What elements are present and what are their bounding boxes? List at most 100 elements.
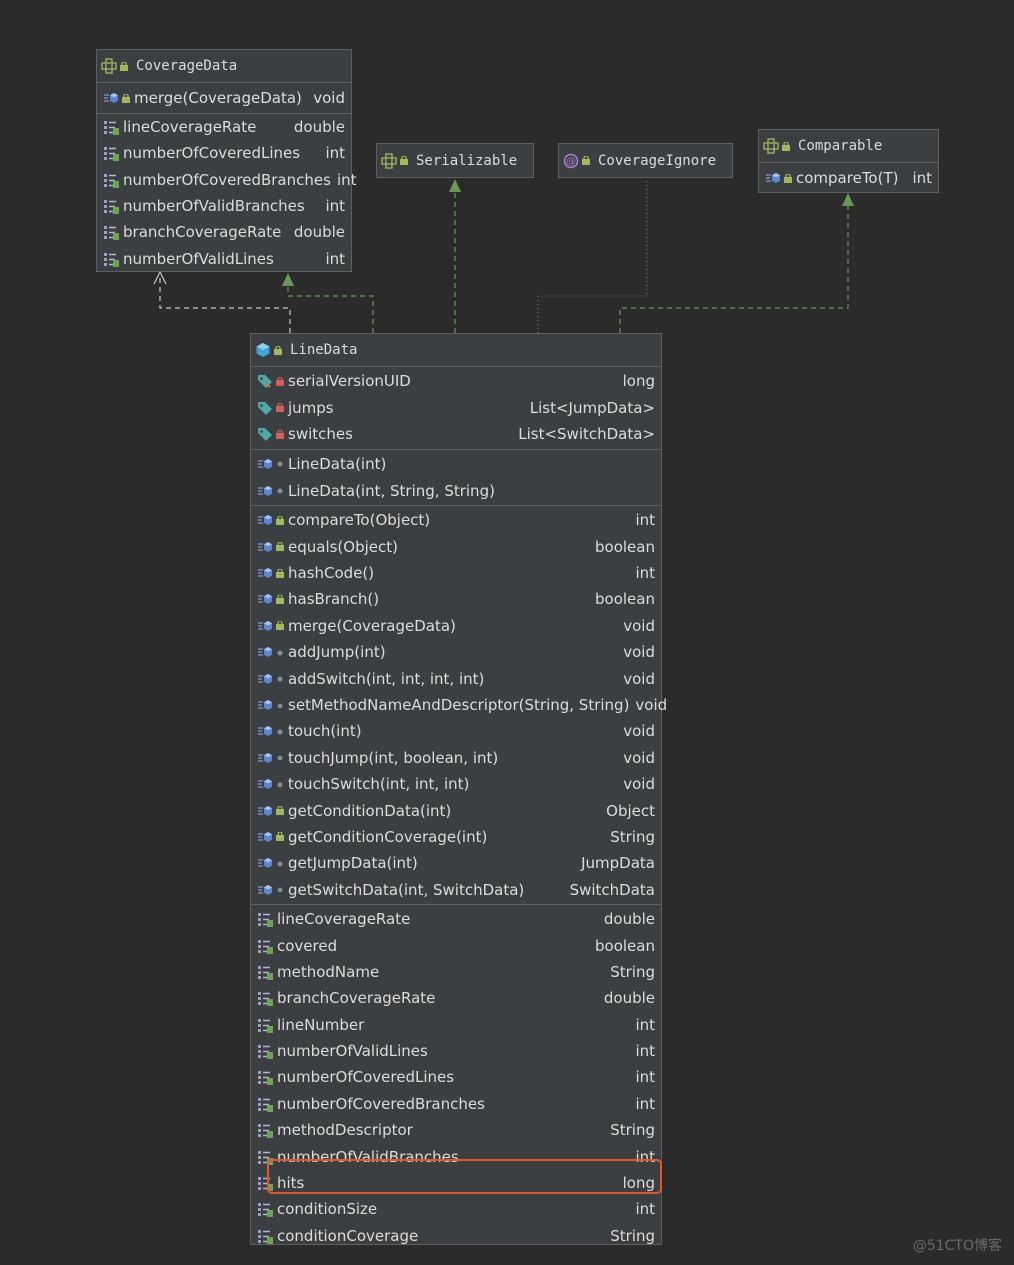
method-row[interactable]: hashCode() int <box>251 560 661 586</box>
comparable-box[interactable]: Comparable compareTo(T) int <box>758 129 939 193</box>
field-row[interactable]: jumps List<JumpData> <box>251 395 661 422</box>
field-icon <box>257 426 273 442</box>
method-row[interactable]: getConditionData(int) Object <box>251 797 661 823</box>
comparable-header[interactable]: Comparable <box>759 130 938 163</box>
member-type: long <box>622 372 655 391</box>
lock-icon <box>276 832 284 842</box>
method-row[interactable]: compareTo(Object) int <box>251 507 661 533</box>
method-row[interactable]: merge(CoverageData) void <box>97 83 351 113</box>
property-icon <box>103 251 119 267</box>
property-row[interactable]: conditionCoverage String <box>251 1223 661 1249</box>
property-icon <box>257 990 273 1007</box>
method-row[interactable]: touch(int) void <box>251 718 661 744</box>
package-private-icon <box>276 727 284 736</box>
field-icon <box>257 400 273 416</box>
annotation-line-coverageignore <box>537 178 648 333</box>
method-row[interactable]: touchJump(int, boolean, int) void <box>251 745 661 771</box>
method-row[interactable]: getJumpData(int) JumpData <box>251 850 661 876</box>
member-name: branchCoverageRate <box>123 223 282 242</box>
property-row[interactable]: numberOfCoveredBranches int <box>251 1091 661 1117</box>
method-row[interactable]: touchSwitch(int, int, int) void <box>251 771 661 797</box>
member-name: methodDescriptor <box>277 1121 413 1140</box>
method-row[interactable]: hasBranch() boolean <box>251 586 661 612</box>
property-row[interactable]: numberOfValidBranches int <box>97 193 351 219</box>
member-type: SwitchData <box>569 880 655 899</box>
property-icon <box>103 145 119 162</box>
member-type: void <box>623 775 655 794</box>
linedata-box[interactable]: LineData serialVersionUID long jumps List<J… <box>250 333 667 1245</box>
member-name: LineData(int) <box>288 454 387 473</box>
method-icon <box>257 671 273 687</box>
linedata-header[interactable]: LineData <box>251 334 661 367</box>
lock-icon <box>120 61 128 71</box>
coverageignore-header[interactable]: @ CoverageIgnore <box>559 144 732 177</box>
member-type: String <box>610 827 655 846</box>
lock-icon <box>400 156 408 165</box>
property-row[interactable]: branchCoverageRate double <box>251 985 661 1011</box>
method-icon <box>257 803 273 819</box>
property-row[interactable]: methodDescriptor String <box>251 1117 661 1143</box>
class-icon <box>255 342 271 358</box>
lock-icon <box>276 515 284 525</box>
method-icon <box>257 512 273 528</box>
dependency-arrowhead <box>153 270 167 285</box>
linedata-constructors: LineData(int) LineData(int, String, Strin… <box>251 450 661 507</box>
constructor-row[interactable]: LineData(int, String, String) <box>251 477 661 504</box>
method-row[interactable]: addJump(int) void <box>251 639 661 665</box>
method-row[interactable]: getConditionCoverage(int) String <box>251 824 661 850</box>
coveragedata-box[interactable]: CoverageData merge(CoverageData) void lin… <box>96 49 357 272</box>
property-icon <box>257 1017 273 1033</box>
method-icon <box>257 855 273 871</box>
method-row[interactable]: addSwitch(int, int, int, int) void <box>251 665 661 691</box>
member-name: numberOfCoveredLines <box>277 1068 455 1087</box>
coveragedata-title: CoverageData <box>136 58 238 74</box>
method-icon <box>257 776 273 792</box>
member-name: getConditionCoverage(int) <box>288 827 488 846</box>
method-row[interactable]: getSwitchData(int, SwitchData) SwitchData <box>251 877 661 903</box>
property-icon <box>257 1201 273 1218</box>
member-name: serialVersionUID <box>288 372 411 391</box>
member-type: int <box>325 249 345 268</box>
property-row[interactable]: numberOfCoveredLines int <box>97 140 351 166</box>
member-name: LineData(int, String, String) <box>288 481 495 500</box>
lock-icon <box>782 141 790 151</box>
serializable-header[interactable]: Serializable <box>377 144 533 177</box>
property-row[interactable]: lineCoverageRate double <box>251 906 661 932</box>
serializable-box[interactable]: Serializable <box>376 143 534 178</box>
method-icon <box>257 882 273 898</box>
property-row[interactable]: conditionSize int <box>251 1196 661 1222</box>
property-row[interactable]: lineNumber int <box>251 1012 661 1038</box>
method-row[interactable]: setMethodNameAndDescriptor(String, Strin… <box>251 692 667 718</box>
method-icon <box>765 170 781 186</box>
property-row[interactable]: covered boolean <box>251 932 661 958</box>
serializable-title: Serializable <box>416 152 518 169</box>
field-row[interactable]: switches List<SwitchData> <box>251 421 661 448</box>
lock-icon <box>276 429 284 439</box>
member-type: String <box>610 1121 655 1140</box>
property-row[interactable]: branchCoverageRate double <box>97 219 351 245</box>
member-name: merge(CoverageData) <box>288 616 456 635</box>
property-row[interactable]: methodName String <box>251 959 661 985</box>
method-row[interactable]: compareTo(T) int <box>759 163 938 193</box>
member-type: int <box>635 1015 655 1034</box>
method-row[interactable]: equals(Object) boolean <box>251 533 661 559</box>
property-row[interactable]: numberOfCoveredBranches int <box>97 167 357 193</box>
member-name: getSwitchData(int, SwitchData) <box>288 880 525 899</box>
member-name: touchSwitch(int, int, int) <box>288 775 470 794</box>
property-row[interactable]: numberOfValidLines int <box>97 245 351 271</box>
interface-icon <box>381 152 397 169</box>
constructor-row[interactable]: LineData(int) <box>251 451 661 478</box>
property-row[interactable]: numberOfValidLines int <box>251 1038 661 1064</box>
property-row[interactable]: lineCoverageRate double <box>97 114 351 140</box>
member-type: int <box>635 564 655 583</box>
coverageignore-box[interactable]: @ CoverageIgnore <box>558 143 733 178</box>
lock-icon <box>582 156 590 165</box>
method-row[interactable]: merge(CoverageData) void <box>251 613 661 639</box>
coveragedata-header[interactable]: CoverageData <box>97 50 351 83</box>
member-type: void <box>623 643 655 662</box>
member-type: int <box>336 170 357 189</box>
field-row[interactable]: serialVersionUID long <box>251 368 661 395</box>
property-row[interactable]: numberOfCoveredLines int <box>251 1064 661 1090</box>
member-type: String <box>610 1226 655 1245</box>
property-icon <box>257 964 273 980</box>
